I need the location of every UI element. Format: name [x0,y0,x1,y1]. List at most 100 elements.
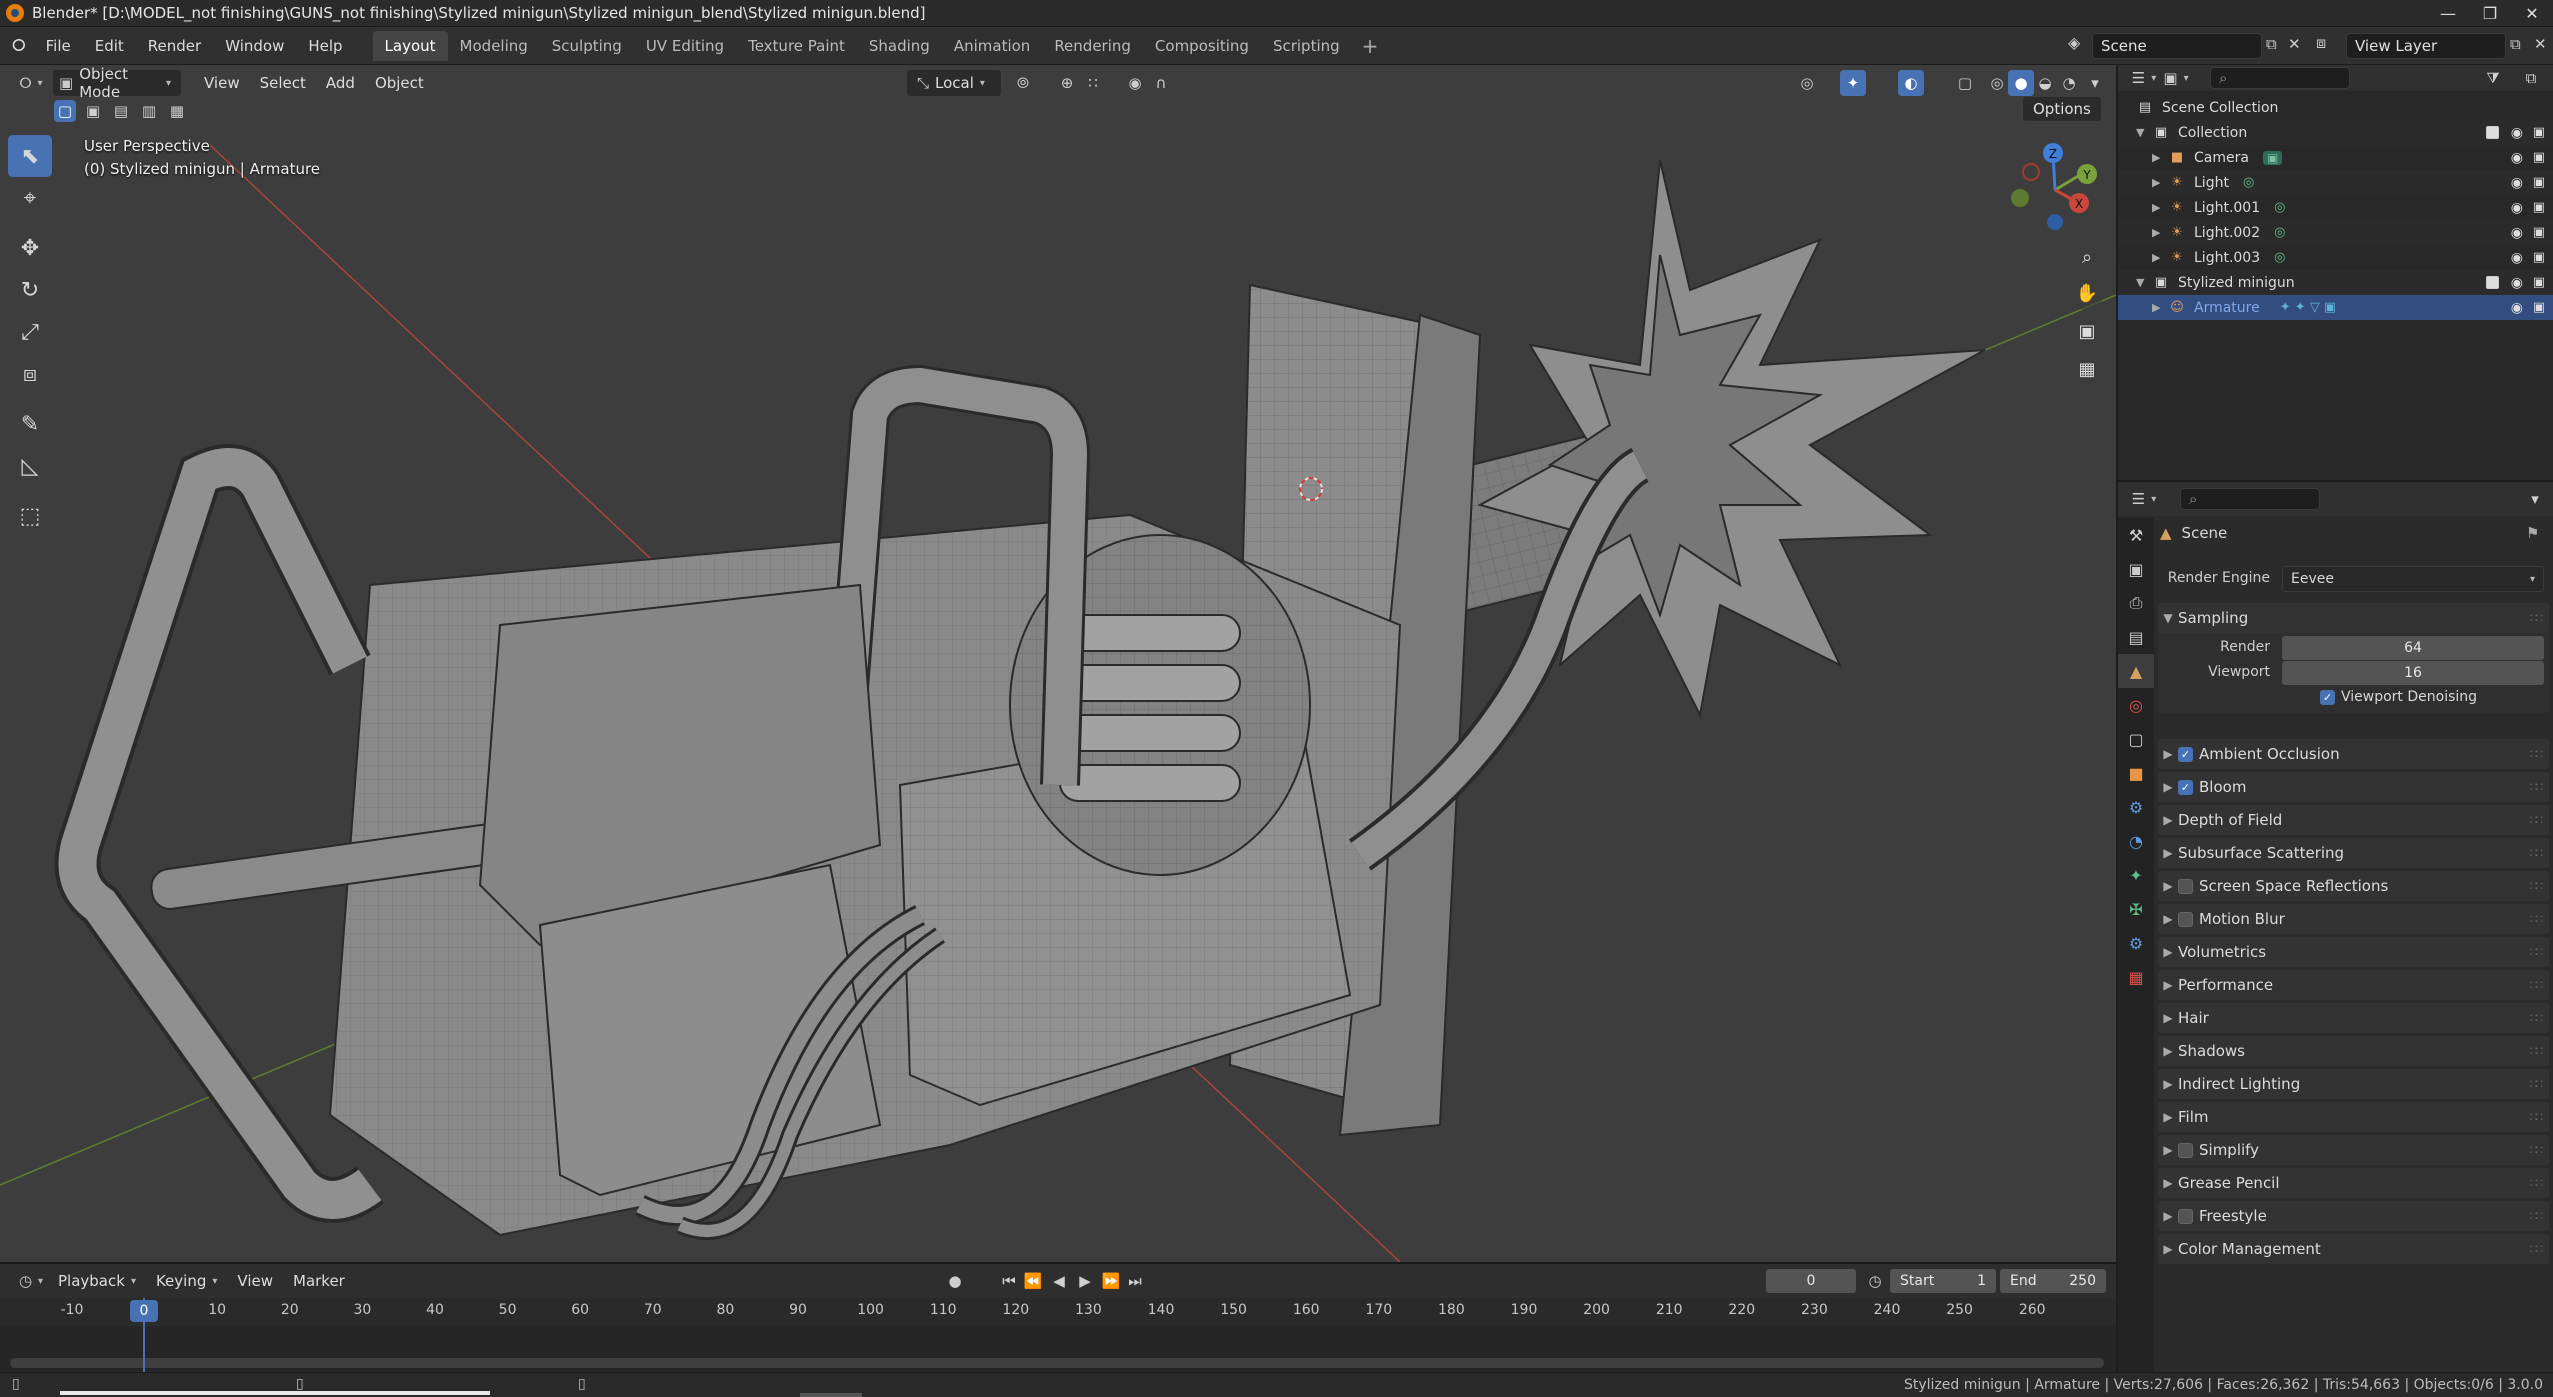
add-cube-tool-icon[interactable]: ⬚ [8,495,52,537]
scene-selector-icon[interactable]: ◈ [2068,33,2080,52]
editor-type-icon[interactable]: ⭘ ▾ [14,70,48,96]
play-icon[interactable]: ▶ [1072,1268,1098,1294]
render-tab-icon[interactable]: ▣ [2118,552,2154,586]
new-scene-icon[interactable]: ⧉ [2266,35,2277,53]
start-frame-field[interactable]: Start 1 [1890,1269,1996,1293]
outliner-editor-type-icon[interactable]: ☰ ▾ [2128,65,2160,91]
eye-icon[interactable]: ◉ [2511,275,2523,291]
playhead-marker[interactable]: 0 [130,1300,158,1322]
menu-marker[interactable]: Marker [283,1267,355,1295]
scene-tab-icon[interactable]: ▲ [2118,654,2154,688]
minimize-button[interactable]: — [2427,0,2469,27]
light-data-icon[interactable]: ◎ [2243,175,2254,190]
render-camera-icon[interactable]: ▣ [2533,175,2545,190]
rendered-shading-icon[interactable]: ◔ [2056,70,2082,96]
select-invert-icon[interactable]: ▥ [138,100,160,122]
object-tab-icon[interactable]: ■ [2118,756,2154,790]
pivot-icon[interactable]: ⦾ [1010,70,1036,96]
texture-tab-icon[interactable]: ▦ [2118,960,2154,994]
select-extend-icon[interactable]: ▣ [82,100,104,122]
menu-render[interactable]: Render [136,27,213,65]
eye-icon[interactable]: ◉ [2511,225,2523,241]
light-data-icon[interactable]: ◎ [2274,200,2285,215]
gizmo-toggle-icon[interactable]: ✦ [1840,70,1866,96]
navigation-gizmo[interactable]: Y Z X [2005,140,2105,240]
new-collection-icon[interactable]: ⧉ [2518,65,2544,91]
transform-orientation[interactable]: ⤡ Local ▾ [906,69,1002,97]
xray-icon[interactable]: ▢ [1952,70,1978,96]
gizmo-neg-z[interactable] [2047,214,2063,230]
tab-animation[interactable]: Animation [942,31,1042,61]
constraints-tab-icon[interactable]: ✦ [2118,858,2154,892]
tab-modeling[interactable]: Modeling [448,31,540,61]
tool-tab-icon[interactable]: ⚒ [2118,518,2154,552]
play-reverse-icon[interactable]: ◀ [1046,1268,1072,1294]
outliner-row-light[interactable]: ▶ ☀ Light ◎ ◉ ▣ [2118,170,2553,195]
view-layer-icon[interactable]: ⧈ [2316,33,2326,53]
annotate-tool-icon[interactable]: ✎ [8,403,52,445]
outliner-row-armature[interactable]: ▶ ☺ Armature ✦ ✦ ▽ ▣ ◉ ▣ [2118,295,2553,320]
menu-playback[interactable]: Playback ▾ [48,1267,146,1295]
add-workspace-icon[interactable]: + [1352,34,1389,58]
end-frame-field[interactable]: End 250 [2000,1269,2106,1293]
menu-timeline-view[interactable]: View [227,1267,283,1295]
outliner-row-collection[interactable]: ▼ ▣ Collection ◉ ▣ [2118,120,2553,145]
view-layer-tab-icon[interactable]: ▤ [2118,620,2154,654]
move-tool-icon[interactable]: ✥ [8,227,52,269]
exclude-checkbox[interactable] [2486,276,2499,289]
select-new-icon[interactable]: ▢ [54,100,76,122]
menu-add[interactable]: Add [316,69,365,97]
eye-icon[interactable]: ◉ [2511,300,2523,316]
panel-sampling[interactable]: ▼ Sampling ∷∷ [2158,603,2549,633]
outliner-search[interactable]: ⌕ [2210,67,2350,89]
render-engine-dropdown[interactable]: Eevee ▾ [2282,566,2544,592]
rotate-tool-icon[interactable]: ↻ [8,269,52,311]
timeline-scrollbar[interactable] [10,1358,2104,1368]
zoom-icon[interactable]: ⌕ [2070,240,2104,274]
render-camera-icon[interactable]: ▣ [2533,125,2545,140]
frame-ruler[interactable]: -10 0 10 20 30 40 50 60 70 80 90 100 110 120 130 140 150… [0,1298,2116,1326]
jump-start-icon[interactable]: ⏮ [996,1268,1022,1294]
falloff-icon[interactable]: ∩ [1148,70,1174,96]
render-camera-icon[interactable]: ▣ [2533,150,2545,165]
display-mode-icon[interactable]: ▣ ▾ [2160,65,2192,91]
render-camera-icon[interactable]: ▣ [2533,225,2545,240]
tab-layout[interactable]: Layout [372,30,448,61]
menu-window[interactable]: Window [213,27,296,65]
physics-tab-icon[interactable]: ◔ [2118,824,2154,858]
visibility-icon[interactable]: ◎ [1794,70,1820,96]
timeline-body[interactable] [0,1326,2116,1374]
outliner-row-light-001[interactable]: ▶ ☀ Light.001 ◎ ◉ ▣ [2118,195,2553,220]
filter-icon[interactable]: ⧩ [2480,65,2506,91]
light-data-icon[interactable]: ◎ [2274,250,2285,265]
light-data-icon[interactable]: ◎ [2274,225,2285,240]
pin-icon[interactable]: ⚑ [2526,524,2539,542]
camera-view-icon[interactable]: ▣ [2070,314,2104,348]
measure-tool-icon[interactable]: ◺ [8,445,52,487]
next-keyframe-icon[interactable]: ⏩ [1098,1268,1124,1294]
tab-scripting[interactable]: Scripting [1261,31,1352,61]
record-icon[interactable]: ● [942,1268,968,1294]
snap-icon[interactable]: ⊕ [1054,70,1080,96]
scene-field[interactable]: Scene [2092,33,2262,59]
eye-icon[interactable]: ◉ [2511,200,2523,216]
object-data-tab-icon[interactable]: ✠ [2118,892,2154,926]
solid-shading-icon[interactable]: ● [2008,70,2034,96]
gizmo-neg-x[interactable] [2022,163,2040,181]
render-camera-icon[interactable]: ▣ [2533,275,2545,290]
tab-texture-paint[interactable]: Texture Paint [736,31,857,61]
preview-range-icon[interactable]: ◷ [1862,1268,1888,1294]
cursor-tool-icon[interactable]: ⌖ [8,177,52,219]
render-camera-icon[interactable]: ▣ [2533,250,2545,265]
outliner-row-stylized-minigun[interactable]: ▼ ▣ Stylized minigun ◉ ▣ [2118,270,2553,295]
close-button[interactable]: ✕ [2511,0,2553,27]
outliner-row-light-002[interactable]: ▶ ☀ Light.002 ◎ ◉ ▣ [2118,220,2553,245]
menu-select[interactable]: Select [250,69,316,97]
armature-data-icon[interactable]: ✦ ✦ ▽ ▣ [2280,300,2336,315]
outliner-row-scene-collection[interactable]: ▤ Scene Collection [2118,95,2553,120]
snap-target-icon[interactable]: ∷ [1080,70,1106,96]
menu-file[interactable]: File [34,27,83,65]
view-layer-field[interactable]: View Layer [2346,33,2506,59]
eye-icon[interactable]: ◉ [2511,125,2523,141]
timeline-editor-type-icon[interactable]: ◷ ▾ [14,1268,48,1294]
